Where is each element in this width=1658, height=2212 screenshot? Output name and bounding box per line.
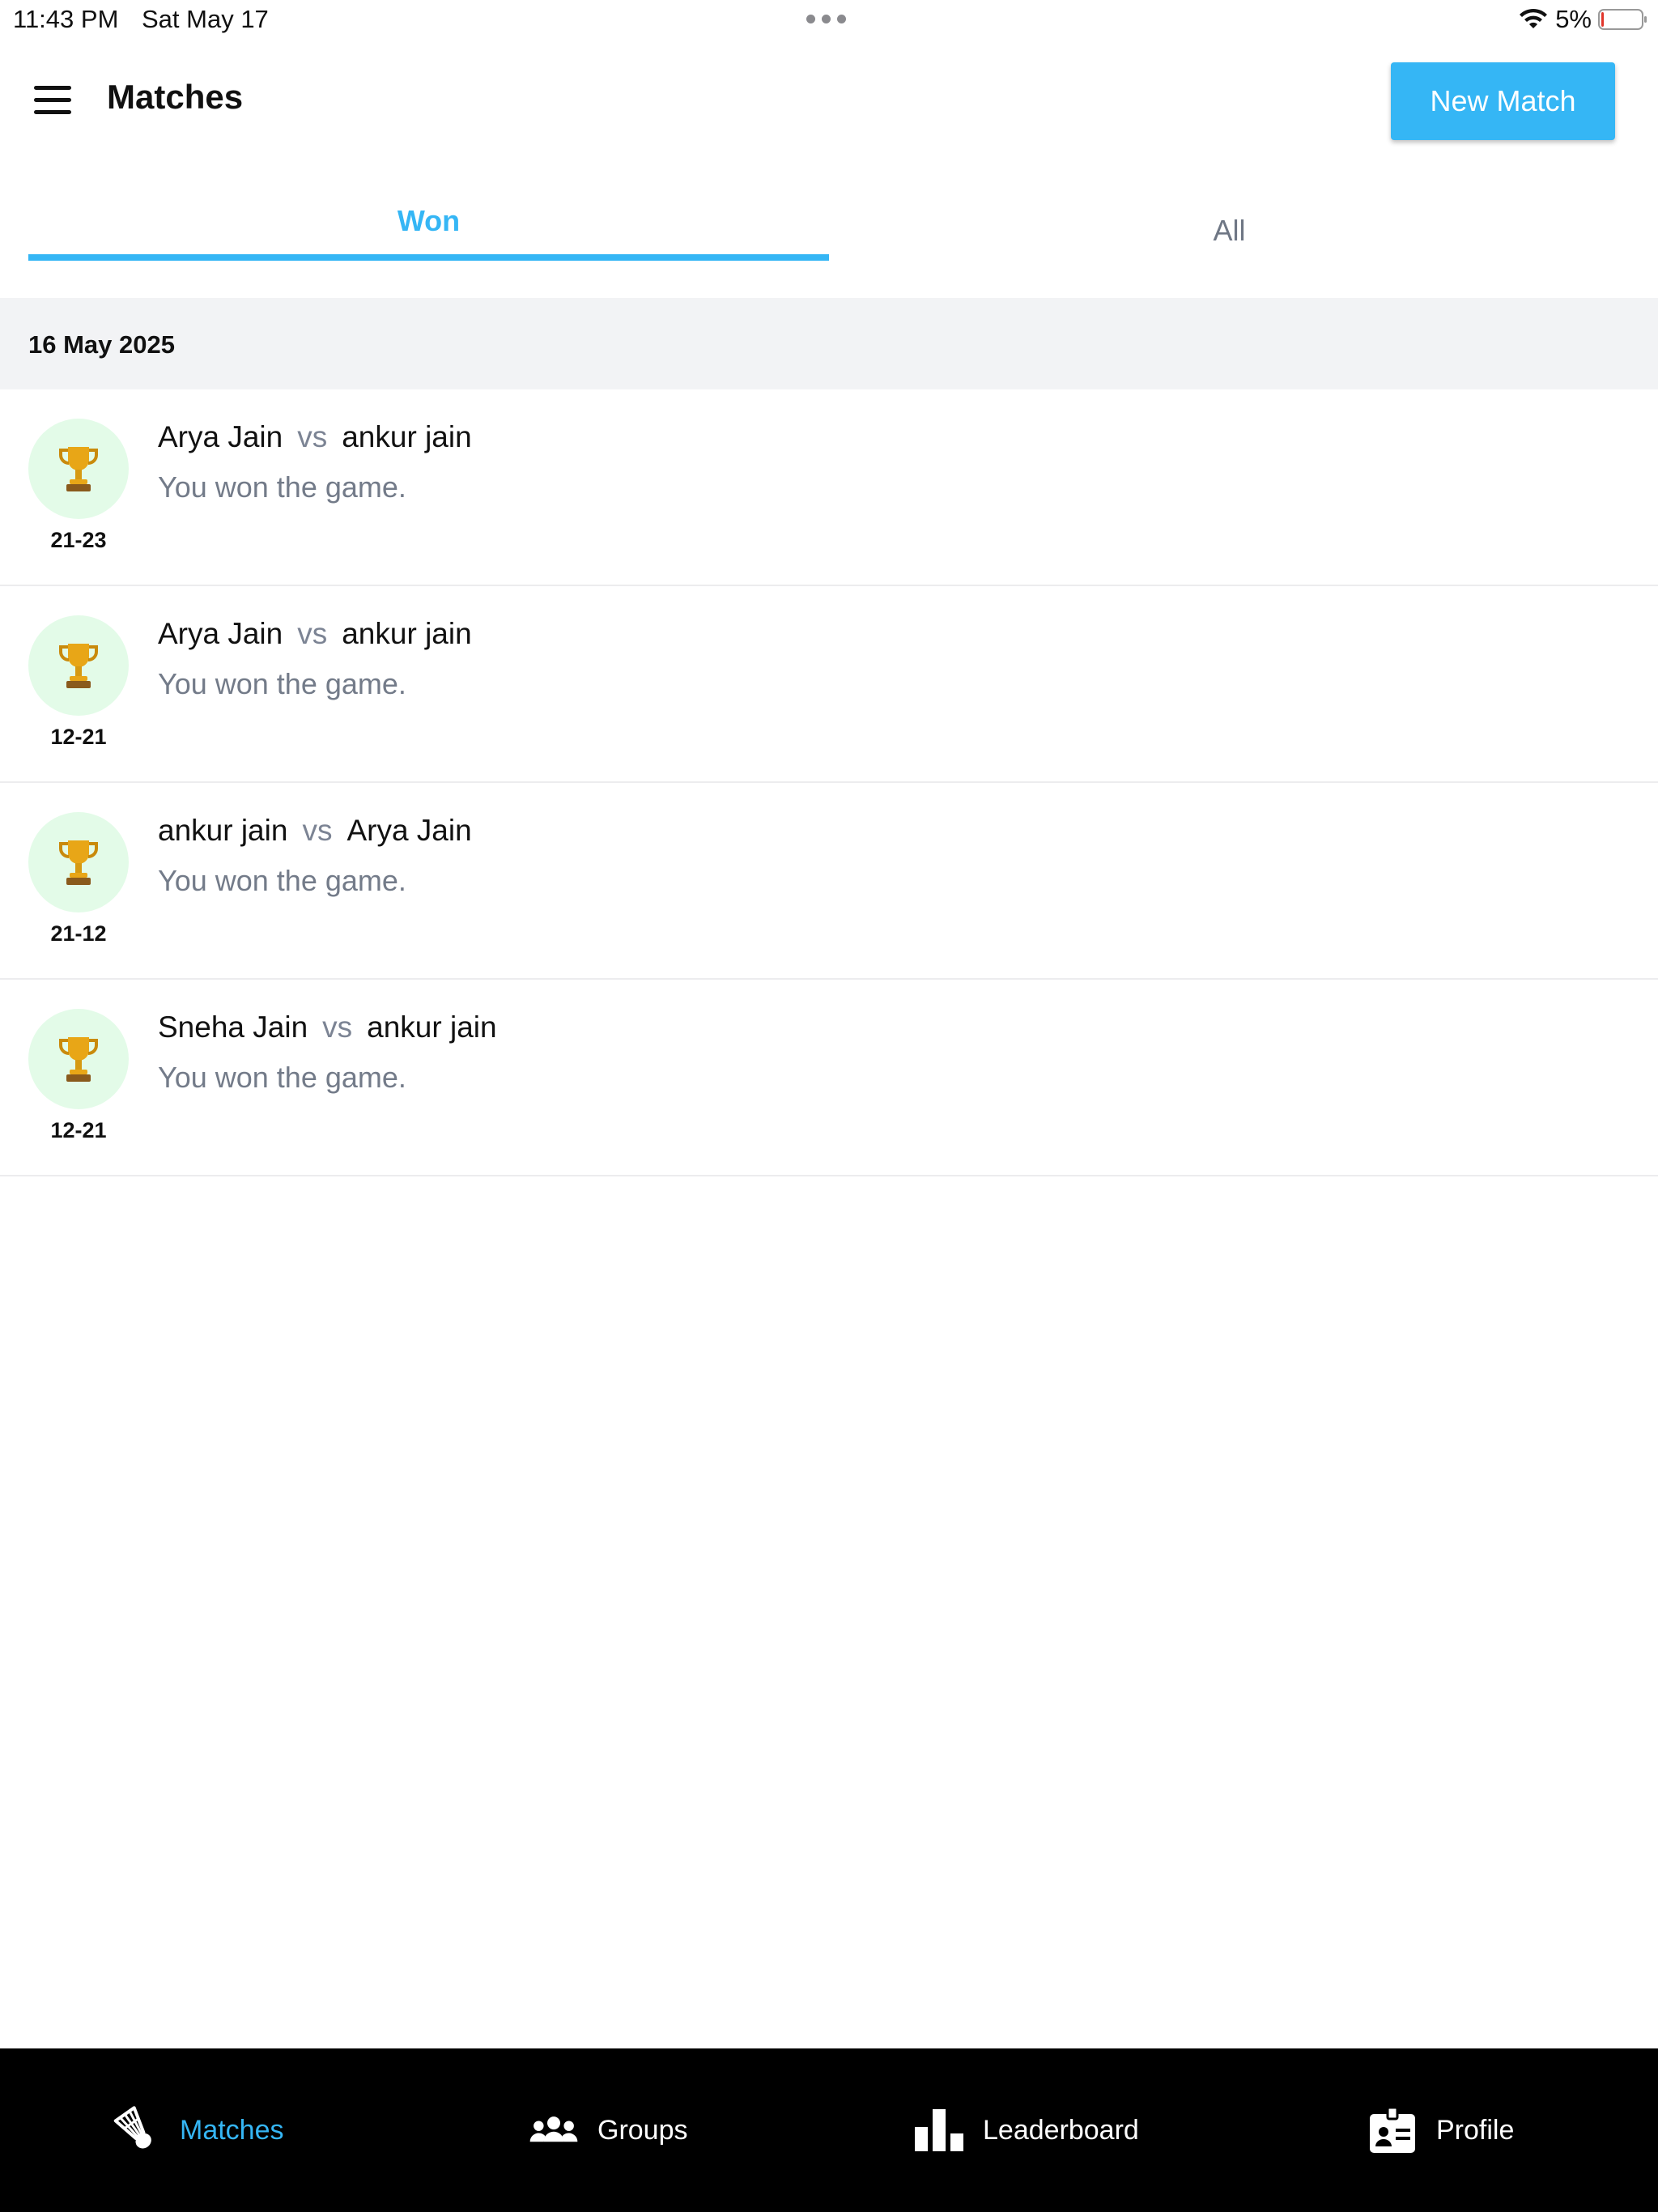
player-two: ankur jain — [367, 1010, 497, 1044]
match-list: 21-23 Arya Jain vs ankur jain You won the … — [0, 389, 1658, 1176]
tab-won-label: Won — [397, 204, 461, 237]
player-one: ankur jain — [158, 814, 288, 847]
vs-label: vs — [297, 617, 328, 650]
match-row[interactable]: 12-21 Sneha Jain vs ankur jain You won the… — [0, 980, 1658, 1176]
trophy-icon — [59, 840, 98, 885]
match-row[interactable]: 21-23 Arya Jain vs ankur jain You won the … — [0, 389, 1658, 586]
match-score: 12-21 — [50, 725, 107, 749]
match-filter-tabs: Won All — [0, 180, 1658, 261]
match-result: You won the game. — [158, 1061, 406, 1094]
trophy-icon — [59, 644, 98, 688]
trophy-badge — [28, 812, 129, 912]
status-bar: 11:43 PM Sat May 17 5% — [0, 0, 1658, 40]
tab-won[interactable]: Won — [28, 180, 829, 261]
trophy-icon — [59, 1037, 98, 1082]
date-section-header: 16 May 2025 — [0, 298, 1658, 389]
player-two: Arya Jain — [346, 814, 472, 847]
status-date: Sat May 17 — [142, 5, 269, 33]
nav-label-matches: Matches — [180, 2114, 284, 2146]
section-date: 16 May 2025 — [28, 330, 175, 359]
match-players: Arya Jain vs ankur jain — [158, 617, 472, 651]
battery-icon — [1598, 9, 1647, 30]
multitask-dots-icon[interactable] — [806, 15, 846, 23]
match-row[interactable]: 21-12 ankur jain vs Arya Jain You won the … — [0, 783, 1658, 980]
shuttlecock-icon — [113, 2106, 151, 2149]
active-tab-indicator — [28, 254, 829, 261]
trophy-icon — [59, 447, 98, 491]
nav-item-leaderboard[interactable]: Leaderboard — [913, 2048, 1139, 2212]
nav-item-profile[interactable]: Profile — [1367, 2048, 1514, 2212]
wifi-icon — [1520, 8, 1548, 28]
trophy-badge — [28, 419, 129, 519]
nav-item-groups[interactable]: Groups — [528, 2048, 688, 2212]
tab-all-label: All — [1213, 214, 1246, 247]
match-result: You won the game. — [158, 864, 406, 897]
player-one: Sneha Jain — [158, 1010, 308, 1044]
hamburger-menu-icon[interactable] — [29, 86, 78, 123]
player-one: Arya Jain — [158, 420, 283, 453]
page-title: Matches — [107, 78, 244, 116]
trophy-badge — [28, 615, 129, 716]
status-right: 5% — [1518, 5, 1648, 34]
player-one: Arya Jain — [158, 617, 283, 650]
battery-percent: 5% — [1555, 5, 1592, 33]
trophy-badge — [28, 1009, 129, 1109]
match-score: 21-23 — [50, 528, 107, 552]
users-icon — [529, 2116, 578, 2142]
new-match-button[interactable]: New Match — [1391, 62, 1615, 140]
match-result: You won the game. — [158, 667, 406, 700]
match-score: 21-12 — [50, 921, 107, 946]
vs-label: vs — [297, 420, 328, 453]
match-players: Sneha Jain vs ankur jain — [158, 1010, 497, 1044]
nav-label-groups: Groups — [597, 2114, 688, 2146]
bar-chart-icon — [915, 2109, 963, 2151]
tab-all[interactable]: All — [829, 180, 1630, 261]
app-header: Matches New Match — [0, 40, 1658, 162]
match-players: ankur jain vs Arya Jain — [158, 814, 472, 848]
bottom-navigation: Matches Groups Leaderboard Profile — [0, 2048, 1658, 2212]
id-badge-icon — [1370, 2106, 1415, 2153]
vs-label: vs — [302, 814, 333, 847]
match-players: Arya Jain vs ankur jain — [158, 420, 472, 454]
status-time: 11:43 PM — [13, 5, 119, 33]
player-two: ankur jain — [342, 617, 472, 650]
vs-label: vs — [322, 1010, 353, 1044]
nav-item-matches[interactable]: Matches — [110, 2048, 284, 2212]
nav-label-profile: Profile — [1436, 2114, 1515, 2146]
player-two: ankur jain — [342, 420, 472, 453]
match-score: 12-21 — [50, 1118, 107, 1142]
match-row[interactable]: 12-21 Arya Jain vs ankur jain You won the … — [0, 586, 1658, 783]
nav-label-leaderboard: Leaderboard — [983, 2114, 1139, 2146]
match-result: You won the game. — [158, 470, 406, 504]
